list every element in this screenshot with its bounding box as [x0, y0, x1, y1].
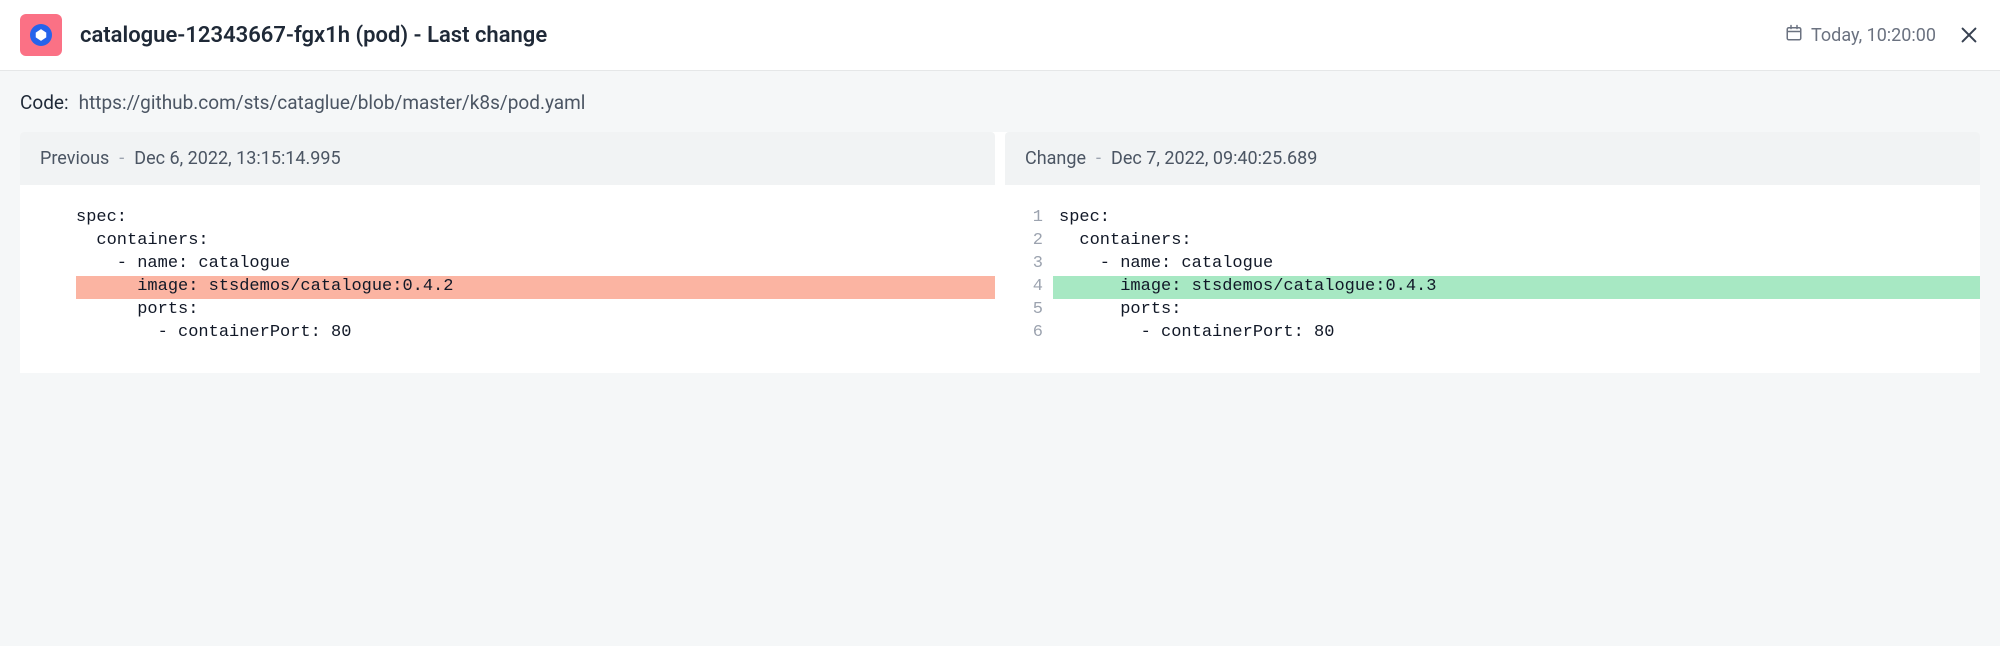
line-number: 5	[1005, 299, 1053, 322]
line-number: 2	[1005, 230, 1053, 253]
code-text: image: stsdemos/catalogue:0.4.2	[76, 276, 995, 299]
timestamp-group: Today, 10:20:00	[1785, 24, 1936, 47]
code-line: containers:	[20, 230, 995, 253]
calendar-icon	[1785, 24, 1803, 47]
code-text: spec:	[76, 207, 995, 230]
code-line: 1spec:	[1005, 207, 1980, 230]
code-line: 5 ports:	[1005, 299, 1980, 322]
code-label: Code:	[20, 91, 69, 114]
code-text: - name: catalogue	[1053, 253, 1980, 276]
code-source-row: Code: https://github.com/sts/cataglue/bl…	[20, 91, 1980, 114]
line-number: 3	[1005, 253, 1053, 276]
code-text: spec:	[1053, 207, 1980, 230]
close-button[interactable]	[1958, 24, 1980, 46]
header-right: Today, 10:20:00	[1785, 24, 1980, 47]
code-text: ports:	[76, 299, 995, 322]
code-line: image: stsdemos/catalogue:0.4.2	[20, 276, 995, 299]
line-number: 6	[1005, 322, 1053, 345]
diff-previous-body: spec: containers: - name: catalogue imag…	[20, 185, 995, 373]
diff-change-header: Change - Dec 7, 2022, 09:40:25.689	[1005, 132, 1980, 185]
line-number: 4	[1005, 276, 1053, 299]
code-text: image: stsdemos/catalogue:0.4.3	[1053, 276, 1980, 299]
previous-timestamp: Dec 6, 2022, 13:15:14.995	[134, 148, 340, 169]
header-timestamp: Today, 10:20:00	[1811, 25, 1936, 46]
code-line: - containerPort: 80	[20, 322, 995, 345]
change-timestamp: Dec 7, 2022, 09:40:25.689	[1111, 148, 1317, 169]
code-line: 3 - name: catalogue	[1005, 253, 1980, 276]
code-url[interactable]: https://github.com/sts/cataglue/blob/mas…	[79, 91, 586, 114]
code-line: - name: catalogue	[20, 253, 995, 276]
content: Code: https://github.com/sts/cataglue/bl…	[0, 71, 2000, 393]
code-text: containers:	[76, 230, 995, 253]
code-line: 2 containers:	[1005, 230, 1980, 253]
kubernetes-icon	[30, 24, 52, 46]
code-line: 6 - containerPort: 80	[1005, 322, 1980, 345]
diff-previous-header: Previous - Dec 6, 2022, 13:15:14.995	[20, 132, 995, 185]
code-text: - name: catalogue	[76, 253, 995, 276]
code-line: 4 image: stsdemos/catalogue:0.4.3	[1005, 276, 1980, 299]
page-title: catalogue-12343667-fgx1h (pod) - Last ch…	[80, 23, 1785, 48]
code-text: ports:	[1053, 299, 1980, 322]
diff-change-column: Change - Dec 7, 2022, 09:40:25.689 1spec…	[1005, 132, 1980, 373]
code-text: - containerPort: 80	[1053, 322, 1980, 345]
change-label: Change	[1025, 148, 1086, 169]
app-icon	[20, 14, 62, 56]
diff-change-body: 1spec:2 containers:3 - name: catalogue4 …	[1005, 185, 1980, 373]
diff-previous-column: Previous - Dec 6, 2022, 13:15:14.995 spe…	[20, 132, 995, 373]
code-line: spec:	[20, 207, 995, 230]
separator-dash: -	[1096, 148, 1101, 169]
separator-dash: -	[119, 148, 124, 169]
previous-label: Previous	[40, 148, 109, 169]
code-text: - containerPort: 80	[76, 322, 995, 345]
code-line: ports:	[20, 299, 995, 322]
code-text: containers:	[1053, 230, 1980, 253]
line-number: 1	[1005, 207, 1053, 230]
diff-container: Previous - Dec 6, 2022, 13:15:14.995 spe…	[20, 132, 1980, 373]
header-bar: catalogue-12343667-fgx1h (pod) - Last ch…	[0, 0, 2000, 71]
